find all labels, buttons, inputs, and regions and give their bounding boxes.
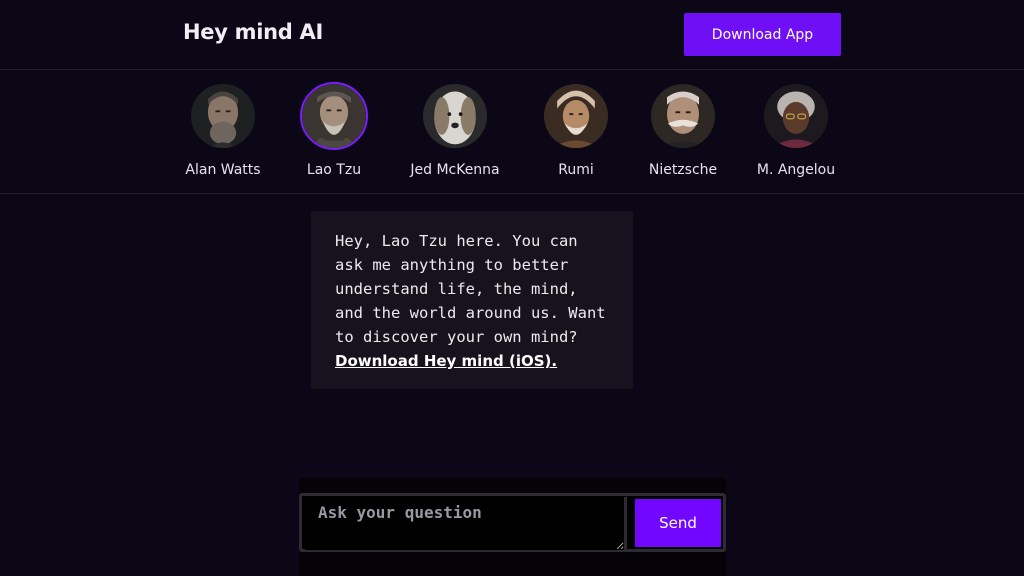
- persona-label: Lao Tzu: [306, 162, 362, 178]
- persona-jed-mckenna[interactable]: Jed McKenna: [395, 82, 515, 178]
- persona-lao-tzu[interactable]: Lao Tzu: [274, 82, 394, 178]
- chat-composer: Send: [299, 478, 726, 576]
- assistant-message: Hey, Lao Tzu here. You can ask me anythi…: [311, 211, 633, 389]
- avatar: [300, 82, 368, 150]
- persona-nietzsche[interactable]: Nietzsche: [623, 82, 743, 178]
- top-header: Hey mind AI Download App: [0, 0, 1024, 70]
- message-text: Hey, Lao Tzu here. You can ask me anythi…: [335, 232, 606, 346]
- persona-label: M. Angelou: [756, 162, 836, 178]
- question-input[interactable]: [305, 497, 627, 550]
- persona-label: Alan Watts: [185, 162, 261, 178]
- persona-label: Rumi: [558, 162, 594, 178]
- persona-m-angelou[interactable]: M. Angelou: [736, 82, 856, 178]
- download-app-button[interactable]: Download App: [684, 13, 841, 56]
- avatar: [421, 82, 489, 150]
- persona-alan-watts[interactable]: Alan Watts: [163, 82, 283, 178]
- persona-label: Nietzsche: [648, 162, 718, 178]
- avatar: [649, 82, 717, 150]
- avatar: [762, 82, 830, 150]
- avatar: [189, 82, 257, 150]
- download-ios-link[interactable]: Download Hey mind (iOS).: [335, 352, 557, 370]
- app-title: Hey mind AI: [183, 20, 323, 44]
- persona-selector: Alan Watts Lao Tzu Jed McKenna Rumi Niet…: [0, 70, 1024, 194]
- persona-rumi[interactable]: Rumi: [516, 82, 636, 178]
- composer-box: Send: [299, 493, 726, 552]
- avatar: [542, 82, 610, 150]
- send-button[interactable]: Send: [635, 499, 721, 547]
- persona-label: Jed McKenna: [410, 162, 500, 178]
